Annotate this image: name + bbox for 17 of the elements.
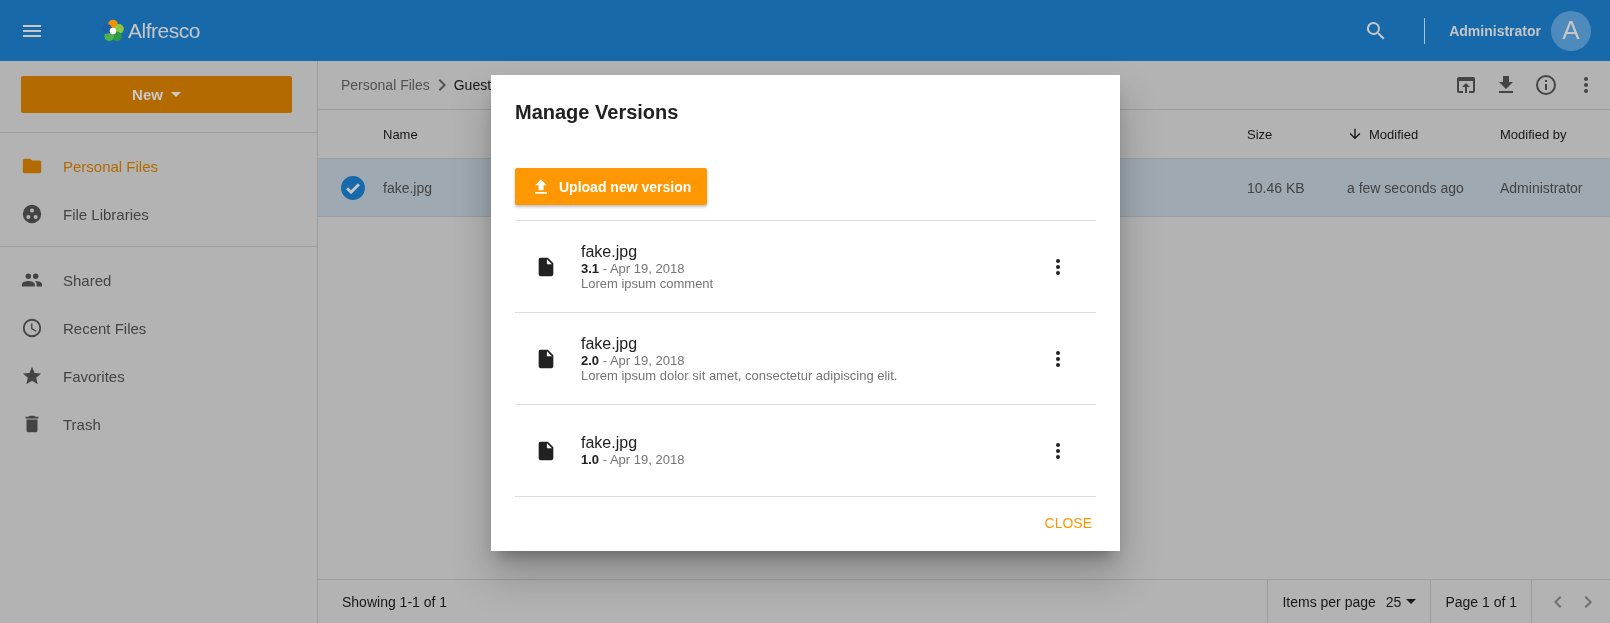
items-per-page-label: Items per page [1282,593,1376,610]
logo-text: Alfresco [128,18,200,43]
table-cell: 10.46 KB [1247,179,1305,196]
table-cell: Administrator [1500,179,1583,196]
version-date: 3.1 - Apr 19, 2018 [581,260,686,276]
file-name: fake.jpg [581,434,639,452]
showing-count: Showing 1-1 of 1 [341,593,449,610]
page-indicator: Page 1 of 1 [1445,593,1517,610]
version-date: 1.0 - Apr 19, 2018 [581,452,686,467]
version-comment: Lorem ipsum dolor sit amet, consectetur adipiscing elit. [581,367,899,383]
table-cell: a few seconds ago [1347,179,1464,196]
version-comment: Lorem ipsum comment [581,275,715,291]
file-name: fake.jpg [581,242,639,261]
dialog-title: Manage Versions [515,101,680,124]
file-name: fake.jpg [581,334,639,353]
table-cell: fake.jpg [383,179,433,196]
version-date: 2.0 - Apr 19, 2018 [581,352,686,368]
